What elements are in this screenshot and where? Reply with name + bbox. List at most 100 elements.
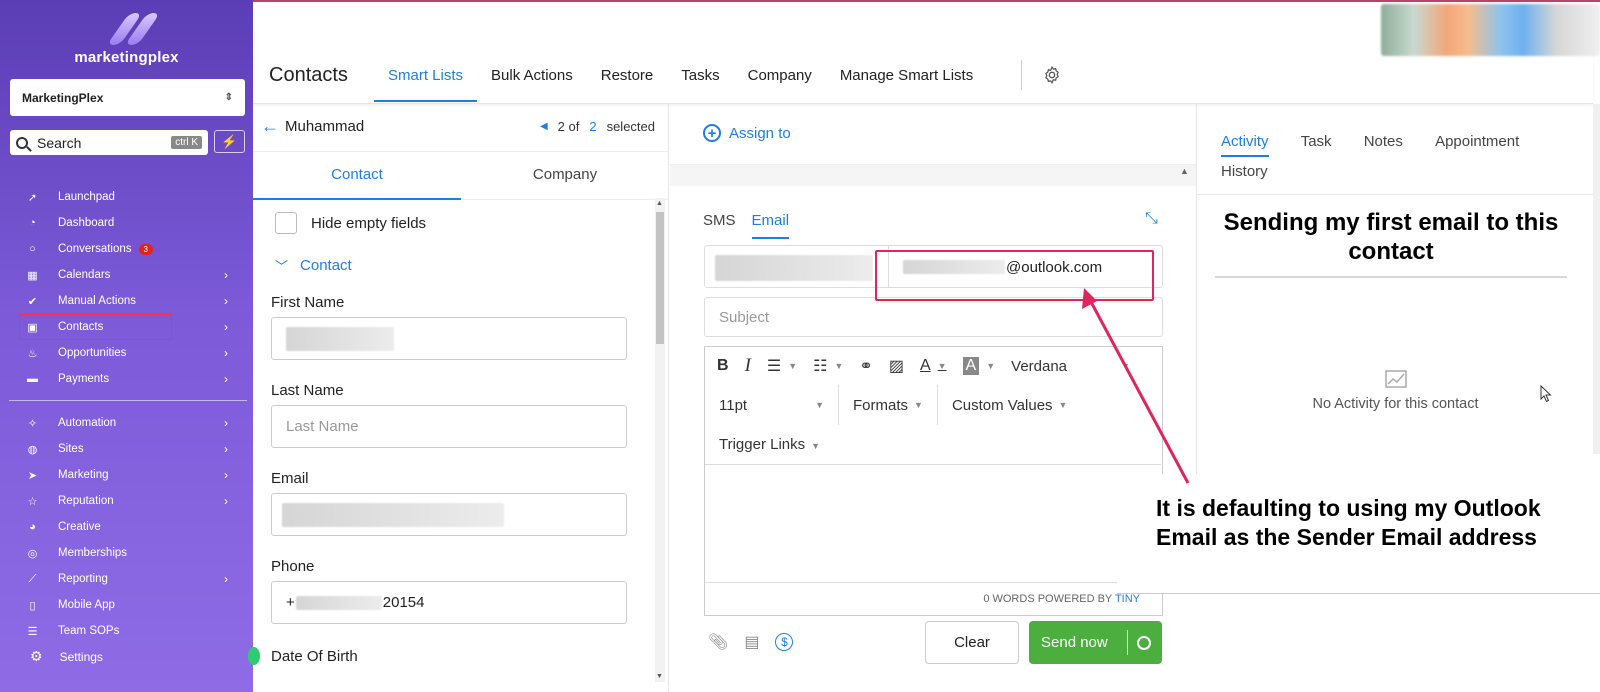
user-avatars-blurred[interactable]: [1381, 4, 1600, 56]
tab-email[interactable]: Email: [751, 212, 790, 239]
account-switcher[interactable]: MarketingPlex ⇕: [10, 79, 245, 116]
trigger-links-label: Trigger Links: [719, 436, 806, 453]
bold-icon[interactable]: B: [717, 357, 729, 375]
tab-tasks[interactable]: Tasks: [667, 50, 733, 102]
scroll-up-icon[interactable]: ▲: [1180, 166, 1189, 176]
sidebar-item-conversations[interactable]: ○ Conversations 3: [0, 236, 253, 262]
sidebar-item-dashboard[interactable]: ◔ Dashboard: [0, 210, 253, 236]
channel-tabs: SMS Email: [703, 212, 805, 239]
numbered-list-icon[interactable]: ☷ ▼: [813, 356, 843, 376]
bullet-list-icon[interactable]: ☰ ▼: [767, 356, 797, 376]
first-name-label: First Name: [271, 294, 345, 311]
scroll-thumb[interactable]: [656, 212, 664, 344]
header-divider: [1021, 60, 1022, 90]
tab-notes[interactable]: Notes: [1364, 132, 1403, 152]
sidebar-item-mobile-app[interactable]: ▯ Mobile App: [0, 592, 253, 618]
sidebar-item-sites[interactable]: ◍ Sites ›: [0, 436, 253, 462]
settings-gear-icon[interactable]: [1042, 65, 1062, 85]
sidebar-item-calendars[interactable]: ▦ Calendars ›: [0, 262, 253, 288]
chevron-right-icon: ›: [224, 572, 228, 586]
assign-to-button[interactable]: + Assign to: [703, 124, 791, 142]
phone-icon: ▯: [29, 599, 36, 612]
email-editor[interactable]: B I ☰ ▼ ☷ ▼ ⚭ ▨ A ▼ A ▼ Verdana ▼ 11pt ▼ Forma…: [704, 346, 1163, 616]
tab-sms[interactable]: SMS: [703, 212, 736, 239]
italic-icon[interactable]: I: [745, 355, 751, 377]
sidebar-item-opportunities[interactable]: ♨ Opportunities ›: [0, 340, 253, 366]
sidebar-item-payments[interactable]: ▬ Payments ›: [0, 366, 253, 392]
sidebar-item-team-sops[interactable]: ☰ Team SOPs: [0, 618, 253, 644]
status-dot: [248, 647, 260, 665]
previous-contact-icon[interactable]: ◀: [540, 121, 548, 132]
tab-manage-smart-lists[interactable]: Manage Smart Lists: [826, 50, 987, 102]
link-icon[interactable]: ⚭: [859, 356, 872, 376]
wand-icon: ✧: [27, 417, 38, 430]
trigger-links-dropdown[interactable]: Trigger Links ▼: [719, 436, 820, 453]
sidebar-item-reporting[interactable]: ⟋ Reporting ›: [0, 566, 253, 592]
hide-empty-checkbox[interactable]: [275, 212, 297, 234]
quick-action-button[interactable]: ⚡: [214, 130, 245, 153]
sidebar-item-label: Launchpad: [58, 191, 115, 203]
annotation-outlook-default: It is defaulting to using my Outlook Ema…: [1156, 495, 1541, 550]
unread-badge: 3: [138, 243, 153, 255]
phone-field[interactable]: + 20154: [271, 581, 627, 624]
hide-empty-label: Hide empty fields: [311, 214, 427, 232]
font-size-select[interactable]: 11pt ▼: [705, 385, 839, 425]
pager-total[interactable]: 2: [589, 119, 596, 134]
sidebar-item-memberships[interactable]: ◎ Memberships: [0, 540, 253, 566]
updown-chevron-icon: ⇕: [224, 92, 233, 103]
sidebar-item-reputation[interactable]: ☆ Reputation ›: [0, 488, 253, 514]
document-template-icon[interactable]: ▤: [744, 632, 759, 652]
brand-logo[interactable]: marketingplex: [0, 10, 253, 66]
payment-link-icon[interactable]: $: [775, 633, 794, 651]
font-family-select[interactable]: Verdana ▼: [1011, 358, 1130, 375]
subject-input[interactable]: Subject: [704, 297, 1163, 337]
tab-contact[interactable]: Contact: [253, 152, 461, 200]
sidebar-item-contacts[interactable]: ▣ Contacts: [19, 314, 172, 340]
sidebar-item-settings[interactable]: ⚙ Settings: [30, 648, 103, 665]
contact-section-toggle[interactable]: ﹀ Contact: [275, 246, 627, 284]
contact-panel-scrollbar[interactable]: ▲ ▼: [655, 198, 665, 682]
tab-company[interactable]: Company: [734, 50, 826, 102]
tiny-brand[interactable]: TINY: [1115, 593, 1140, 605]
custom-values-dropdown[interactable]: Custom Values ▼: [938, 385, 1082, 425]
no-activity-text: No Activity for this contact: [1312, 396, 1479, 412]
highlight-color-icon[interactable]: A ▼: [962, 357, 995, 375]
clear-button[interactable]: Clear: [925, 621, 1019, 664]
sidebar-item-marketing[interactable]: ➤ Marketing ›: [0, 462, 253, 488]
sidebar-item-manual-actions[interactable]: ✔ Manual Actions ›: [0, 288, 253, 314]
sidebar-item-label: Manual Actions: [58, 295, 136, 307]
activity-scrollbar[interactable]: [1593, 104, 1600, 454]
last-name-placeholder: Last Name: [286, 418, 359, 435]
back-to-list[interactable]: ← Muhammad: [261, 116, 364, 137]
dob-label: Date Of Birth: [271, 648, 358, 665]
tab-task[interactable]: Task: [1301, 132, 1332, 152]
contact-details-panel: ← Muhammad ◀ 2 of 2 selected Contact Com…: [253, 104, 669, 692]
sidebar-item-automation[interactable]: ✧ Automation ›: [0, 410, 253, 436]
annotation-sending-first-email: Sending my first email to this contact: [1215, 208, 1567, 278]
image-icon[interactable]: ▨: [889, 356, 904, 376]
collapse-icon[interactable]: ⤡: [1145, 210, 1158, 228]
tab-activity[interactable]: Activity: [1221, 132, 1269, 157]
email-field[interactable]: [271, 493, 627, 536]
send-now-button[interactable]: Send now: [1029, 621, 1162, 664]
schedule-clock-icon[interactable]: [1137, 635, 1151, 650]
text-color-icon[interactable]: A ▼: [920, 357, 947, 375]
tab-appointment-history[interactable]: History: [1221, 162, 1533, 182]
last-name-field[interactable]: Last Name: [271, 405, 627, 448]
tab-company-details[interactable]: Company: [461, 152, 669, 199]
from-name-field-redacted[interactable]: [715, 255, 873, 281]
tab-restore[interactable]: Restore: [587, 50, 668, 102]
sidebar-item-launchpad[interactable]: ➚ Launchpad: [0, 184, 253, 210]
formats-dropdown[interactable]: Formats ▼: [839, 385, 938, 425]
sidebar-divider: [9, 400, 247, 401]
tab-bulk-actions[interactable]: Bulk Actions: [477, 50, 587, 102]
contact-card-icon: ▣: [27, 321, 38, 334]
tab-smart-lists[interactable]: Smart Lists: [374, 50, 478, 102]
sidebar-item-creative[interactable]: ◕ Creative: [0, 514, 253, 540]
tab-appointment[interactable]: Appointment: [1435, 132, 1519, 152]
first-name-field[interactable]: [271, 317, 627, 360]
hide-empty-fields-row[interactable]: Hide empty fields: [271, 200, 627, 246]
sidebar-item-contacts-row[interactable]: ▣ Contacts ›: [0, 314, 253, 340]
sidebar-search[interactable]: Search ctrl K: [10, 130, 208, 155]
paperclip-icon[interactable]: 📎︎: [708, 632, 728, 652]
